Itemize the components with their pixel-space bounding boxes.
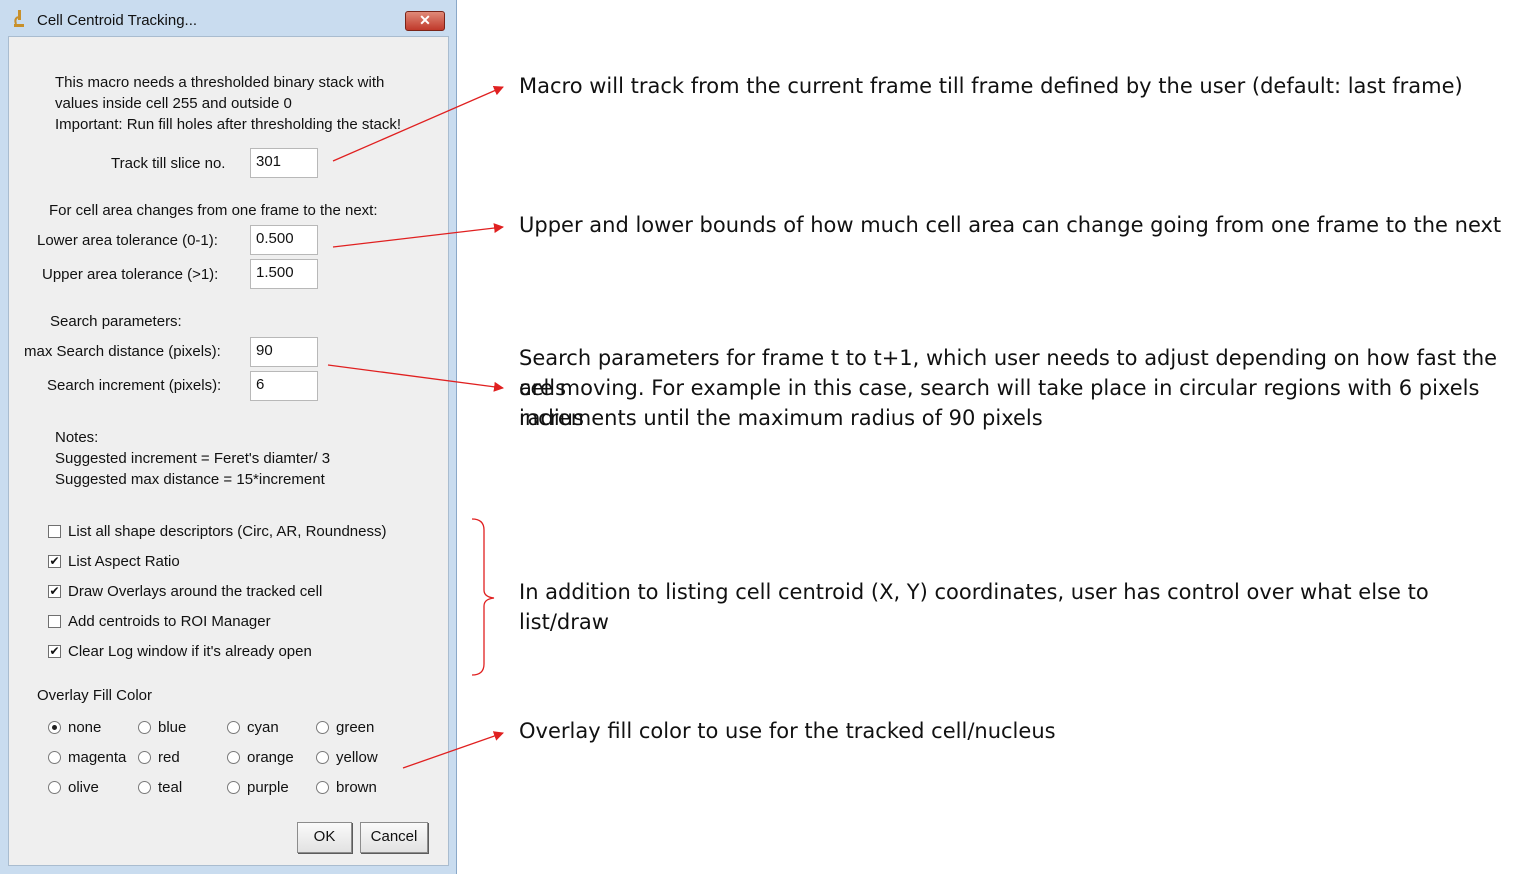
annotation-track: Macro will track from the current frame … <box>519 74 1463 98</box>
annotation-overlay-color: Overlay fill color to use for the tracke… <box>519 719 1056 743</box>
arrow-overlay <box>402 731 504 769</box>
arrow-area <box>332 223 504 248</box>
annotation-search-line-3: increments until the maximum radius of 9… <box>519 406 1043 430</box>
arrow-track <box>332 86 504 162</box>
annotation-area: Upper and lower bounds of how much cell … <box>519 213 1502 237</box>
checkbox-bracket <box>471 518 495 676</box>
arrow-search <box>327 364 504 392</box>
annotation-checkboxes: In addition to listing cell centroid (X,… <box>519 580 1429 634</box>
